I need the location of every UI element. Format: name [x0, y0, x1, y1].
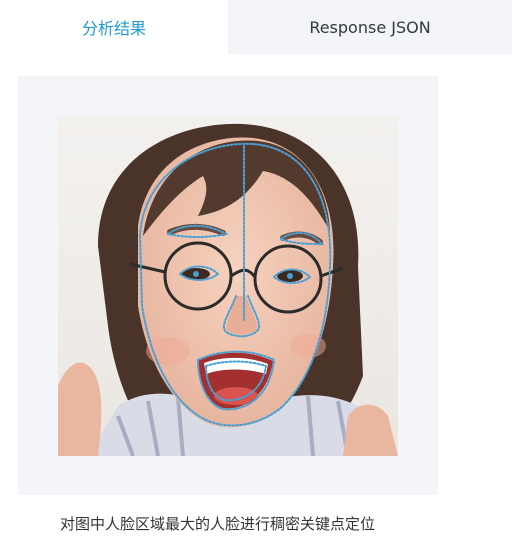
tab-response-json[interactable]: Response JSON — [228, 0, 512, 54]
face-landmark-illustration — [58, 116, 398, 456]
result-caption: 对图中人脸区域最大的人脸进行稠密关键点定位 — [60, 515, 376, 533]
face-image — [58, 116, 398, 456]
tab-analysis-result[interactable]: 分析结果 — [0, 0, 228, 54]
tab-bar: 分析结果 Response JSON — [0, 0, 512, 54]
result-panel — [18, 76, 438, 495]
